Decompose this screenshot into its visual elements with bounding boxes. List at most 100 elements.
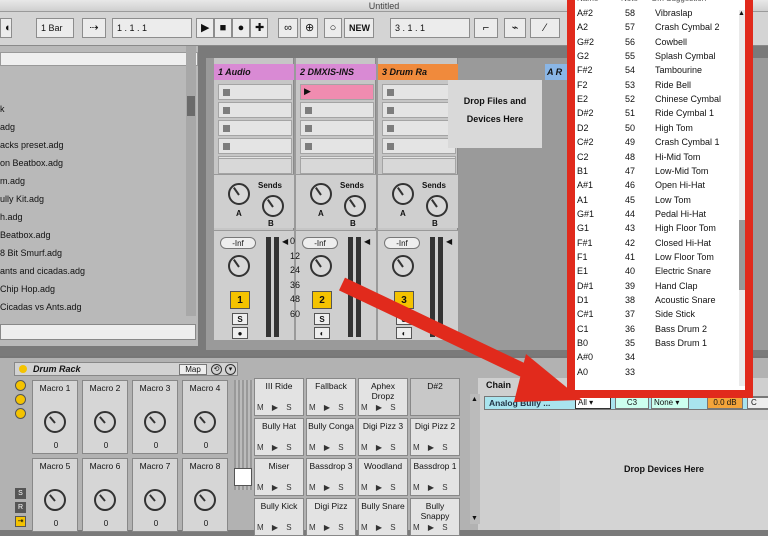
- punch-icon[interactable]: ⊕: [300, 18, 318, 38]
- volume-readout[interactable]: -Inf: [220, 237, 256, 249]
- stop-clips-slot[interactable]: [382, 158, 456, 174]
- device-power-icon[interactable]: [19, 365, 27, 373]
- note-row[interactable]: D#1 39 Hand Clap: [575, 279, 735, 293]
- save-preset-icon[interactable]: ▾: [225, 364, 236, 375]
- note-row[interactable]: D2 50 High Tom: [575, 121, 735, 135]
- loop-icon[interactable]: ⌐: [474, 18, 498, 38]
- macro-knob-box[interactable]: Macro 5 0: [32, 458, 78, 532]
- note-row[interactable]: F#2 54 Tambourine: [575, 63, 735, 77]
- note-row[interactable]: E2 52 Chinese Cymbal: [575, 92, 735, 106]
- clip-slot[interactable]: ▶: [300, 84, 374, 100]
- scroll-down-icon[interactable]: ▼: [471, 515, 478, 522]
- quantize-select[interactable]: 1 Bar: [36, 18, 74, 38]
- note-row[interactable]: A#1 46 Open Hi-Hat: [575, 178, 735, 192]
- macro-knob-box[interactable]: Macro 3 0: [132, 380, 178, 454]
- clip-slot[interactable]: [218, 102, 292, 118]
- note-row[interactable]: G2 55 Splash Cymbal: [575, 49, 735, 63]
- input-icon[interactable]: ⇥: [15, 516, 26, 527]
- volume-readout[interactable]: -Inf: [384, 237, 420, 249]
- popup-scroll-thumb[interactable]: [739, 220, 745, 290]
- stop-clips-slot[interactable]: [218, 158, 292, 174]
- macro-knob-box[interactable]: Macro 2 0: [82, 380, 128, 454]
- note-row[interactable]: F1 41 Low Floor Tom: [575, 250, 735, 264]
- drum-pad[interactable]: Miser M ▶ S: [254, 458, 304, 496]
- add-icon[interactable]: ✚: [250, 18, 268, 38]
- loop-position[interactable]: 3 . 1 . 1: [390, 18, 470, 38]
- solo-button[interactable]: S: [232, 313, 248, 325]
- clip-stop-icon[interactable]: [305, 125, 312, 132]
- clip-slot[interactable]: [382, 102, 456, 118]
- clip-stop-icon[interactable]: [223, 143, 230, 150]
- drum-pad[interactable]: Bully Snappy M ▶ S: [410, 498, 460, 536]
- clip-stop-icon[interactable]: [223, 107, 230, 114]
- stop-button[interactable]: ■: [214, 18, 232, 38]
- clip-stop-icon[interactable]: [305, 107, 312, 114]
- macro-knob-box[interactable]: Macro 8 0: [182, 458, 228, 532]
- clip-slot[interactable]: [300, 102, 374, 118]
- browser-item[interactable]: Chip Hop.adg: [0, 284, 55, 294]
- solo-button[interactable]: S: [314, 313, 330, 325]
- track-header[interactable]: 3 Drum Ra: [378, 64, 458, 80]
- session-record-icon[interactable]: ○: [324, 18, 342, 38]
- follow-icon[interactable]: ⇢: [82, 18, 106, 38]
- browser-search-field[interactable]: [0, 324, 196, 340]
- browser-item[interactable]: ully Kit.adg: [0, 194, 44, 204]
- stop-clips-slot[interactable]: [300, 158, 374, 174]
- pad-mute-play-solo[interactable]: M ▶ S: [257, 523, 295, 533]
- receive-icon[interactable]: R: [15, 502, 26, 513]
- clip-slot[interactable]: [382, 120, 456, 136]
- volume-fader-icon[interactable]: ◀: [364, 237, 370, 246]
- clip-play-icon[interactable]: ▶: [304, 86, 311, 97]
- drum-pad[interactable]: Digi Pizz 2 M ▶ S: [410, 418, 460, 456]
- clip-slot[interactable]: [300, 138, 374, 154]
- choke-note-popup[interactable]: Name Note Gm Suggestion A#2 58 Vibraslap A2 57 C…: [567, 0, 753, 398]
- clip-slot[interactable]: [382, 84, 456, 100]
- browser-item[interactable]: Beatbox.adg: [0, 230, 51, 240]
- note-row[interactable]: A1 45 Low Tom: [575, 193, 735, 207]
- arm-button[interactable]: ◐: [314, 327, 330, 339]
- clip-stop-icon[interactable]: [223, 89, 230, 96]
- note-row[interactable]: A#0 34: [575, 350, 735, 364]
- scroll-up-arrow-icon[interactable]: ▲: [738, 10, 745, 17]
- chain-pan-field[interactable]: C: [747, 397, 768, 409]
- drum-pad[interactable]: III Ride M ▶ S: [254, 378, 304, 416]
- send-a-knob[interactable]: [392, 183, 414, 205]
- browser-item[interactable]: ants and cicadas.adg: [0, 266, 85, 276]
- drum-pad[interactable]: Bully Hat M ▶ S: [254, 418, 304, 456]
- pad-mute-play-solo[interactable]: M ▶ S: [257, 483, 295, 493]
- pad-mute-play-solo[interactable]: M ▶ S: [361, 523, 399, 533]
- note-row[interactable]: A0 33: [575, 365, 735, 379]
- chain-note-field[interactable]: C3: [615, 397, 649, 409]
- macro-dial-icon[interactable]: [44, 411, 66, 433]
- solo-icon[interactable]: S: [15, 488, 26, 499]
- note-row[interactable]: C1 36 Bass Drum 2: [575, 322, 735, 336]
- browser-item[interactable]: m.adg: [0, 176, 25, 186]
- note-row[interactable]: A2 57 Crash Cymbal 2: [575, 20, 735, 34]
- pad-mute-play-solo[interactable]: M ▶ S: [413, 483, 451, 493]
- chain-scrollbar[interactable]: ▲ ▼: [470, 394, 480, 524]
- note-row[interactable]: C#1 37 Side Stick: [575, 307, 735, 321]
- macro-knob-box[interactable]: Macro 1 0: [32, 380, 78, 454]
- clip-stop-icon[interactable]: [387, 89, 394, 96]
- pad-mute-play-solo[interactable]: M ▶ S: [413, 443, 451, 453]
- send-a-knob[interactable]: [228, 183, 250, 205]
- clip-slot[interactable]: [218, 84, 292, 100]
- show-devices-icon[interactable]: [15, 408, 26, 419]
- macro-dial-icon[interactable]: [94, 411, 116, 433]
- drum-pad[interactable]: Bully Kick M ▶ S: [254, 498, 304, 536]
- note-row[interactable]: D#2 51 Ride Cymbal 1: [575, 106, 735, 120]
- browser-item[interactable]: adg: [0, 122, 15, 132]
- play-button[interactable]: ▶: [196, 18, 214, 38]
- macro-dial-icon[interactable]: [44, 489, 66, 511]
- browser-item[interactable]: h.adg: [0, 212, 23, 222]
- macro-dial-icon[interactable]: [194, 411, 216, 433]
- drum-pad[interactable]: Digi Pizz 3 M ▶ S: [358, 418, 408, 456]
- pad-mute-play-solo[interactable]: M ▶ S: [361, 483, 399, 493]
- browser-scrollbar[interactable]: [186, 46, 196, 316]
- drop-files-area[interactable]: Drop Files and Devices Here: [448, 80, 542, 148]
- record-button[interactable]: ●: [232, 18, 250, 38]
- new-button[interactable]: NEW: [344, 18, 374, 38]
- drum-pad[interactable]: Woodland M ▶ S: [358, 458, 408, 496]
- track-activator-button[interactable]: 1: [230, 291, 250, 309]
- pad-mute-play-solo[interactable]: M ▶ S: [257, 403, 295, 413]
